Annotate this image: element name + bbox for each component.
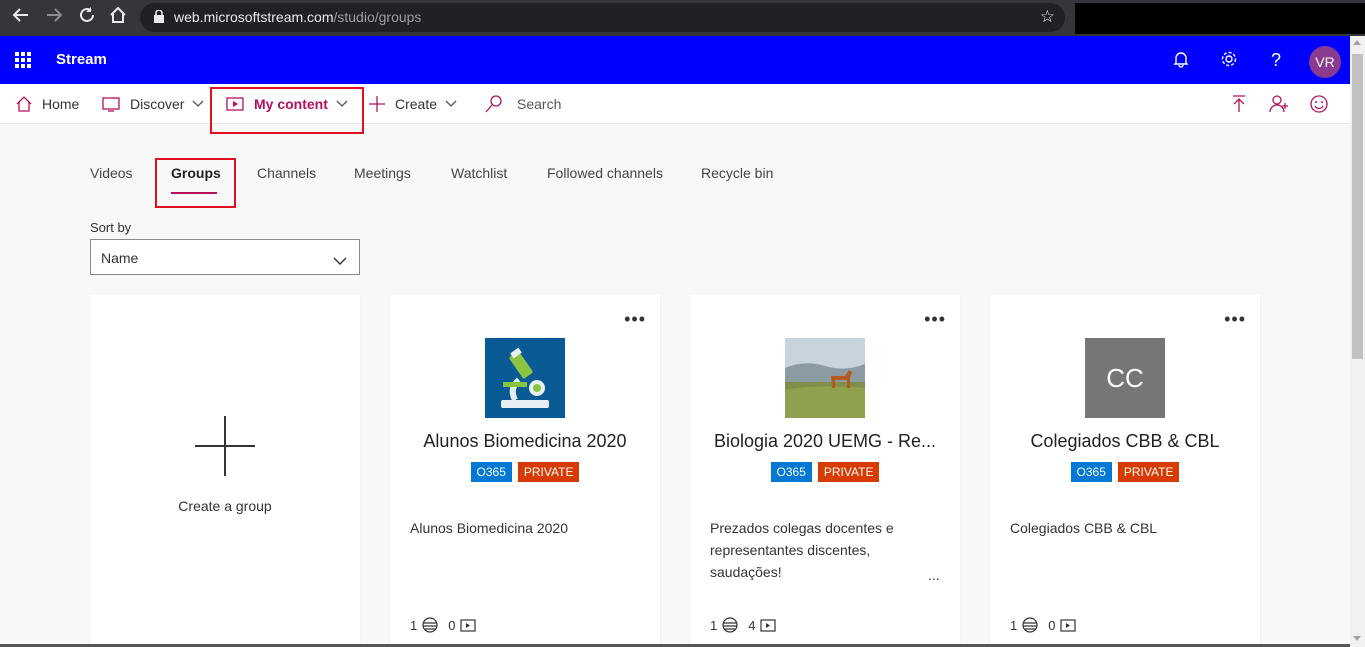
sort-value: Name: [101, 250, 139, 266]
app-header: Stream ? VR: [0, 36, 1350, 84]
tab-watchlist[interactable]: Watchlist: [451, 165, 507, 181]
nav-discover[interactable]: Discover: [102, 84, 204, 124]
discover-icon: [102, 96, 120, 112]
url-host: web.microsoftstream.com: [174, 9, 334, 25]
address-bar[interactable]: web.microsoftstream.com/studio/groups ☆: [140, 3, 1065, 32]
landscape-photo: [785, 338, 865, 418]
group-title[interactable]: Biologia 2020 UEMG - Re...: [700, 431, 950, 452]
group-card[interactable]: ••• CC Colegiados CBB & CBL O365 PRIVATE…: [990, 295, 1260, 647]
group-title[interactable]: Alunos Biomedicina 2020: [400, 431, 650, 452]
more-options-icon[interactable]: •••: [624, 309, 646, 330]
forward-arrow-icon[interactable]: [42, 6, 66, 30]
more-options-icon[interactable]: •••: [1224, 309, 1246, 330]
page-scrollbar[interactable]: [1350, 36, 1365, 647]
gear-icon[interactable]: [1219, 50, 1239, 70]
highlight-my-content: [210, 87, 364, 134]
video-count: 0: [448, 617, 456, 633]
home-browser-icon[interactable]: [106, 6, 130, 30]
group-description: Prezados colegas docentes e representant…: [710, 520, 894, 580]
plus-icon: [369, 96, 385, 112]
video-icon: [760, 618, 777, 632]
tab-recycle-bin[interactable]: Recycle bin: [701, 165, 773, 181]
group-description: Colegiados CBB & CBL: [1010, 520, 1158, 536]
help-icon[interactable]: ?: [1266, 50, 1286, 70]
url-path: /studio/groups: [333, 9, 422, 25]
nav-home[interactable]: Home: [16, 84, 79, 124]
scroll-up-arrow-icon[interactable]: [1353, 40, 1361, 45]
members-icon: [1022, 617, 1038, 633]
add-person-icon[interactable]: [1267, 92, 1291, 116]
video-icon: [460, 618, 477, 632]
member-count: 1: [710, 617, 718, 633]
chevron-down-icon: [192, 100, 204, 108]
group-card[interactable]: ••• Alunos Biomedicina 2020 O365 PRIVATE…: [390, 295, 660, 647]
o365-badge: O365: [470, 462, 512, 482]
group-badges: O365 PRIVATE: [390, 462, 660, 482]
chevron-down-icon: [333, 253, 347, 271]
sort-label: Sort by: [90, 220, 132, 235]
group-stats: 1 0: [410, 617, 486, 633]
plus-icon: [195, 416, 255, 476]
group-stats: 1 4: [710, 617, 786, 633]
create-group-card[interactable]: Create a group: [90, 295, 360, 647]
create-group-label: Create a group: [178, 498, 272, 514]
redacted-area: [1075, 3, 1365, 34]
chevron-down-icon: [445, 100, 457, 108]
more-options-icon[interactable]: •••: [924, 309, 946, 330]
video-count: 0: [1048, 617, 1056, 633]
sort-dropdown[interactable]: Name: [90, 239, 360, 275]
scrollbar-thumb[interactable]: [1352, 54, 1363, 359]
nav-create[interactable]: Create: [369, 84, 457, 124]
nav-discover-label: Discover: [130, 96, 185, 112]
members-icon: [422, 617, 438, 633]
lock-icon: [154, 10, 164, 23]
scroll-down-arrow-icon[interactable]: [1353, 636, 1361, 641]
private-badge: PRIVATE: [517, 462, 580, 482]
group-stats: 1 0: [1010, 617, 1086, 633]
tab-videos[interactable]: Videos: [90, 165, 133, 181]
tab-followed-channels[interactable]: Followed channels: [547, 165, 663, 181]
video-icon: [1060, 618, 1077, 632]
nav-home-label: Home: [42, 96, 80, 112]
app-brand[interactable]: Stream: [56, 51, 107, 68]
search-box[interactable]: Search: [485, 84, 561, 124]
description-more[interactable]: ...: [928, 567, 940, 583]
browser-toolbar: web.microsoftstream.com/studio/groups ☆: [0, 0, 1365, 36]
member-count: 1: [1010, 617, 1018, 633]
smiley-icon[interactable]: [1307, 92, 1331, 116]
o365-badge: O365: [770, 462, 812, 482]
back-arrow-icon[interactable]: [9, 6, 33, 30]
group-card[interactable]: ••• Biologia 2020 UEMG - Re... O365 PRIV…: [690, 295, 960, 647]
group-initials-thumb: CC: [1085, 338, 1165, 418]
search-icon: [485, 95, 503, 113]
private-badge: PRIVATE: [817, 462, 880, 482]
microscope-image: [485, 338, 565, 418]
video-count: 4: [748, 617, 756, 633]
upload-icon[interactable]: [1227, 92, 1251, 116]
members-icon: [722, 617, 738, 633]
group-description: Alunos Biomedicina 2020: [410, 520, 568, 536]
nav-create-label: Create: [395, 96, 438, 112]
member-count: 1: [410, 617, 418, 633]
group-badges: O365 PRIVATE: [990, 462, 1260, 482]
tab-meetings[interactable]: Meetings: [354, 165, 411, 181]
app-launcher-icon[interactable]: [15, 52, 31, 68]
private-badge: PRIVATE: [1117, 462, 1180, 482]
group-badges: O365 PRIVATE: [690, 462, 960, 482]
reload-icon[interactable]: [75, 6, 99, 30]
avatar[interactable]: VR: [1309, 46, 1341, 78]
highlight-groups: [155, 158, 236, 208]
bookmark-star-icon[interactable]: ☆: [1040, 7, 1055, 27]
bell-icon[interactable]: [1171, 50, 1191, 70]
o365-badge: O365: [1070, 462, 1112, 482]
tab-channels[interactable]: Channels: [257, 165, 316, 181]
home-icon: [16, 96, 32, 112]
url-text: web.microsoftstream.com/studio/groups: [174, 9, 421, 25]
command-bar: Home Discover My content Create Search: [0, 84, 1350, 124]
group-title[interactable]: Colegiados CBB & CBL: [1000, 431, 1250, 452]
search-input[interactable]: Search: [517, 96, 561, 112]
